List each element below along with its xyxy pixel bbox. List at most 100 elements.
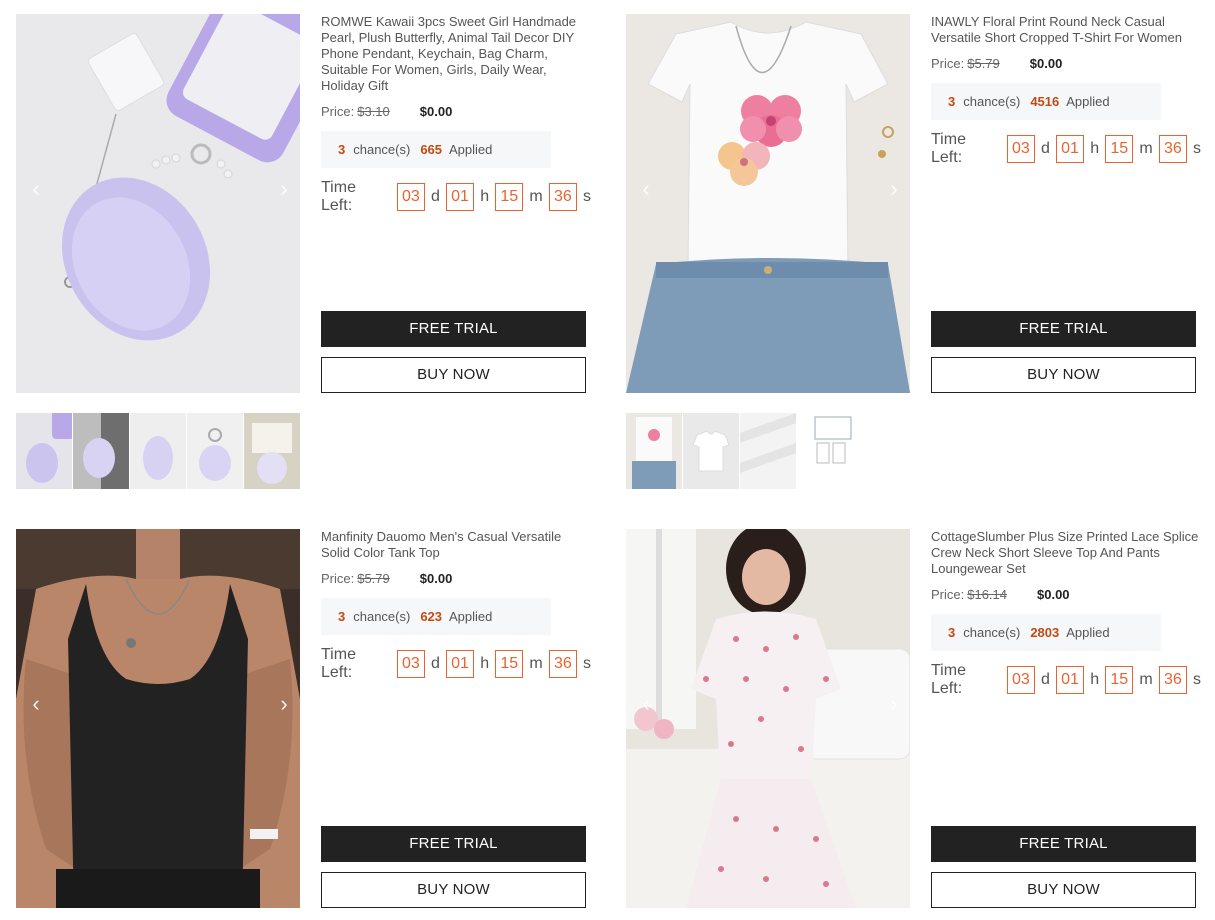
chance-label: chance(s) <box>963 625 1021 640</box>
chance-badge: 3 chance(s) 665 Applied <box>321 131 551 168</box>
thumbnail[interactable] <box>244 413 300 489</box>
chevron-right-icon[interactable]: › <box>884 693 904 715</box>
price-row: Price: $16.14 $0.00 <box>931 587 1201 602</box>
countdown-timer: Time Left: 03 d 01 h 15 m 36 s <box>321 179 591 215</box>
chance-count: 3 <box>948 94 956 109</box>
minutes-box: 15 <box>495 650 524 678</box>
chance-badge: 3 chance(s) 623 Applied <box>321 598 551 635</box>
product-title[interactable]: Manfinity Dauomo Men's Casual Versatile … <box>321 529 591 561</box>
chance-count: 3 <box>338 142 346 157</box>
hours-unit: h <box>480 188 490 205</box>
seconds-unit: s <box>1193 140 1202 157</box>
seconds-unit: s <box>583 655 592 672</box>
chevron-left-icon[interactable]: ‹ <box>636 178 656 200</box>
minutes-unit: m <box>1139 671 1153 688</box>
chevron-left-icon[interactable]: ‹ <box>26 693 46 715</box>
price-row: Price: $5.79 $0.00 <box>931 56 1201 71</box>
free-trial-button[interactable]: FREE TRIAL <box>931 311 1196 347</box>
thumbnail[interactable] <box>130 413 186 489</box>
time-left-label: Time Left: <box>321 646 356 681</box>
buy-now-button[interactable]: BUY NOW <box>321 872 586 908</box>
buy-now-button[interactable]: BUY NOW <box>931 357 1196 393</box>
chevron-right-icon[interactable]: › <box>274 693 294 715</box>
seconds-box: 36 <box>1158 666 1188 694</box>
minutes-unit: m <box>529 188 543 205</box>
days-unit: d <box>1040 671 1050 688</box>
buy-now-button[interactable]: BUY NOW <box>321 357 586 393</box>
current-price: $0.00 <box>1037 587 1070 602</box>
original-price: $5.79 <box>967 56 1000 71</box>
price-label: Price: <box>321 104 355 119</box>
applied-label: Applied <box>449 142 493 157</box>
chance-label: chance(s) <box>963 94 1021 109</box>
seconds-box: 36 <box>1158 135 1188 163</box>
buy-now-button[interactable]: BUY NOW <box>931 872 1196 908</box>
chevron-right-icon[interactable]: › <box>274 178 294 200</box>
days-box: 03 <box>1006 135 1035 163</box>
hours-unit: h <box>480 655 490 672</box>
chevron-left-icon[interactable]: ‹ <box>636 693 656 715</box>
thumbnail[interactable] <box>73 413 129 489</box>
time-left-label: Time Left: <box>931 131 966 166</box>
hours-unit: h <box>1090 140 1100 157</box>
minutes-box: 15 <box>1105 135 1134 163</box>
chance-label: chance(s) <box>353 609 411 624</box>
chevron-right-icon[interactable]: › <box>884 178 904 200</box>
hours-box: 01 <box>1055 135 1085 163</box>
product-info: CottageSlumber Plus Size Printed Lace Sp… <box>931 529 1201 698</box>
days-box: 03 <box>1006 666 1035 694</box>
days-box: 03 <box>396 183 425 211</box>
seconds-unit: s <box>1193 671 1202 688</box>
applied-count: 665 <box>420 142 443 157</box>
product-image[interactable]: ‹ › <box>626 14 910 393</box>
free-trial-button[interactable]: FREE TRIAL <box>321 826 586 862</box>
price-label: Price: <box>931 56 965 71</box>
chance-count: 3 <box>948 625 956 640</box>
time-left-label: Time Left: <box>321 179 356 214</box>
minutes-unit: m <box>1139 140 1153 157</box>
product-image[interactable]: ‹ › <box>16 529 300 908</box>
minutes-box: 15 <box>495 183 524 211</box>
applied-label: Applied <box>1066 94 1110 109</box>
applied-count: 2803 <box>1030 625 1060 640</box>
hours-unit: h <box>1090 671 1100 688</box>
original-price: $3.10 <box>357 104 390 119</box>
countdown-timer: Time Left: 03 d 01 h 15 m 36 s <box>931 662 1201 698</box>
days-box: 03 <box>396 650 425 678</box>
applied-label: Applied <box>449 609 493 624</box>
price-label: Price: <box>321 571 355 586</box>
thumbnail[interactable] <box>187 413 243 489</box>
price-row: Price: $3.10 $0.00 <box>321 104 591 119</box>
thumbnail[interactable] <box>683 413 739 489</box>
time-left-label: Time Left: <box>931 662 966 697</box>
free-trial-button[interactable]: FREE TRIAL <box>931 826 1196 862</box>
product-title[interactable]: INAWLY Floral Print Round Neck Casual Ve… <box>931 14 1201 46</box>
hours-box: 01 <box>445 183 475 211</box>
days-unit: d <box>430 188 440 205</box>
product-info: INAWLY Floral Print Round Neck Casual Ve… <box>931 14 1201 167</box>
thumbnail[interactable] <box>16 413 72 489</box>
thumbnail[interactable] <box>797 413 853 489</box>
chance-badge: 3 chance(s) 4516 Applied <box>931 83 1161 120</box>
thumbnail[interactable] <box>740 413 796 489</box>
seconds-unit: s <box>583 188 592 205</box>
minutes-unit: m <box>529 655 543 672</box>
chevron-left-icon[interactable]: ‹ <box>26 178 46 200</box>
thumbnail-strip <box>16 413 300 489</box>
thumbnail[interactable] <box>626 413 682 489</box>
applied-label: Applied <box>1066 625 1110 640</box>
seconds-box: 36 <box>548 650 578 678</box>
countdown-timer: Time Left: 03 d 01 h 15 m 36 s <box>321 646 591 682</box>
price-label: Price: <box>931 587 965 602</box>
current-price: $0.00 <box>1029 56 1063 71</box>
seconds-box: 36 <box>548 183 578 211</box>
hours-box: 01 <box>445 650 475 678</box>
chance-label: chance(s) <box>353 142 411 157</box>
product-title[interactable]: CottageSlumber Plus Size Printed Lace Sp… <box>931 529 1201 577</box>
product-title[interactable]: ROMWE Kawaii 3pcs Sweet Girl Handmade Pe… <box>321 14 591 94</box>
applied-count: 4516 <box>1030 94 1060 109</box>
product-image[interactable]: ‹ › <box>16 14 300 393</box>
days-unit: d <box>1040 140 1050 157</box>
product-image[interactable]: ‹ › <box>626 529 910 908</box>
free-trial-button[interactable]: FREE TRIAL <box>321 311 586 347</box>
